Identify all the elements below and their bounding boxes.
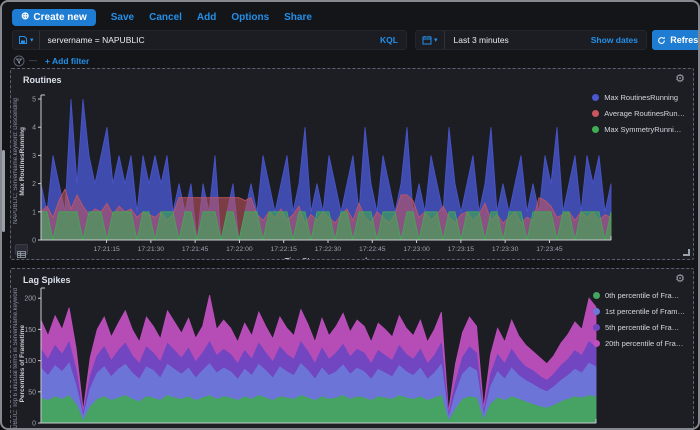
query-bar: ▾ KQL — [12, 30, 407, 50]
table-grid-icon — [17, 251, 26, 258]
svg-text:17:23:30: 17:23:30 — [492, 246, 519, 253]
svg-text:17:22:45: 17:22:45 — [359, 246, 386, 253]
inspect-data-button[interactable] — [15, 244, 28, 258]
svg-text:50: 50 — [28, 389, 36, 396]
share-button[interactable]: Share — [284, 12, 312, 23]
left-scrollbar[interactable] — [2, 150, 5, 232]
svg-text:17:21:45: 17:21:45 — [182, 246, 209, 253]
save-icon — [19, 36, 27, 44]
legend-label: Average RoutinesRun… — [604, 109, 685, 118]
legend-item[interactable]: Average RoutinesRun… — [592, 109, 685, 118]
legend-dot-icon — [592, 292, 600, 299]
legend-dot-icon — [592, 94, 600, 101]
date-menu-button[interactable]: ▾ — [416, 31, 445, 49]
legend-dot-icon — [592, 340, 600, 347]
legend: Max RoutinesRunning Average RoutinesRun… M… — [592, 93, 685, 134]
legend-item[interactable]: 20th percentile of Fra… — [592, 339, 685, 348]
calendar-icon — [422, 36, 432, 45]
legend-label: 0th percentile of Fra… — [604, 291, 680, 300]
panel-lag-spikes: Lag Spikes ⚙ NAPUBLIC: Top 6 unusual ter… — [10, 268, 694, 430]
svg-text:17:22:00: 17:22:00 — [226, 246, 253, 253]
refresh-button[interactable]: Refresh — [652, 30, 699, 50]
svg-text:4: 4 — [32, 125, 36, 132]
legend: 0th percentile of Fra… 1st percentile of … — [592, 291, 685, 348]
svg-text:3: 3 — [32, 153, 36, 160]
svg-text:17:22:15: 17:22:15 — [270, 246, 297, 253]
dashboard-window: ⊕ Create new Save Cancel Add Options Sha… — [0, 0, 700, 430]
svg-text:17:23:00: 17:23:00 — [403, 246, 430, 253]
create-new-label: Create new — [33, 11, 87, 23]
create-new-button[interactable]: ⊕ Create new — [12, 8, 96, 26]
svg-text:1: 1 — [32, 209, 36, 216]
options-button[interactable]: Options — [231, 12, 269, 23]
show-dates-button[interactable]: Show dates — [591, 35, 646, 45]
add-filter-button[interactable]: + Add filter — [45, 56, 89, 66]
legend-label: 1st percentile of Fram… — [604, 307, 685, 316]
filter-bar: — + Add filter — [13, 54, 89, 67]
legend-item[interactable]: Max RoutinesRunning — [592, 93, 685, 102]
legend-item[interactable]: 5th percentile of Fra… — [592, 323, 685, 332]
legend-label: 20th percentile of Fra… — [604, 339, 684, 348]
svg-text:17:21:15: 17:21:15 — [93, 246, 120, 253]
legend-dot-icon — [592, 324, 600, 331]
legend-dot-icon — [592, 110, 600, 117]
plus-circle-icon: ⊕ — [21, 11, 30, 22]
query-input[interactable] — [39, 35, 381, 45]
chevron-down-icon: ▾ — [30, 36, 34, 44]
refresh-icon — [658, 36, 666, 44]
cancel-button[interactable]: Cancel — [149, 12, 182, 23]
legend-item[interactable]: 0th percentile of Fra… — [592, 291, 685, 300]
legend-item[interactable]: 1st percentile of Fram… — [592, 307, 685, 316]
svg-text:17:23:15: 17:23:15 — [448, 246, 475, 253]
svg-text:TimeStamp per second: TimeStamp per second — [285, 256, 368, 259]
svg-text:150: 150 — [24, 327, 36, 334]
add-button[interactable]: Add — [197, 12, 216, 23]
svg-text:100: 100 — [24, 358, 36, 365]
search-row: ▾ KQL ▾ Last 3 minutes Show dates Refres… — [12, 30, 698, 50]
svg-text:17:22:30: 17:22:30 — [315, 246, 342, 253]
legend-label: Max RoutinesRunning — [604, 93, 679, 102]
chevron-down-icon: ▾ — [434, 36, 438, 44]
time-range-display[interactable]: Last 3 minutes — [445, 35, 591, 45]
svg-text:17:23:45: 17:23:45 — [536, 246, 563, 253]
svg-text:17:21:30: 17:21:30 — [138, 246, 165, 253]
time-picker: ▾ Last 3 minutes Show dates — [415, 30, 647, 50]
filter-icon[interactable] — [13, 55, 25, 67]
svg-text:0: 0 — [32, 238, 36, 245]
top-toolbar: ⊕ Create new Save Cancel Add Options Sha… — [12, 8, 688, 26]
svg-text:200: 200 — [24, 296, 36, 303]
panel-resize-handle[interactable] — [683, 249, 690, 256]
legend-label: 5th percentile of Fra… — [604, 323, 680, 332]
lag-spikes-chart-canvas[interactable]: 0 50 100 150 200 — [11, 281, 693, 430]
svg-text:0: 0 — [32, 421, 36, 428]
filter-divider: — — [29, 56, 37, 65]
legend-item[interactable]: Max SymmetryRunni… — [592, 125, 685, 134]
svg-text:5: 5 — [32, 97, 36, 104]
panel-routines: Routines ⚙ NAPUBLIC; ServerName.keyword:… — [10, 68, 694, 260]
legend-dot-icon — [592, 126, 600, 133]
kql-language-button[interactable]: KQL — [380, 35, 406, 45]
save-button[interactable]: Save — [111, 12, 134, 23]
saved-query-menu-button[interactable]: ▾ — [13, 31, 40, 49]
routines-chart-canvas[interactable]: 0 1 2 3 4 5 17:21:15 17:21:30 17:21:45 17:22:00 17… — [11, 83, 693, 259]
svg-text:2: 2 — [32, 181, 36, 188]
legend-label: Max SymmetryRunni… — [604, 125, 682, 134]
legend-dot-icon — [592, 308, 600, 315]
refresh-label: Refresh — [670, 35, 699, 45]
